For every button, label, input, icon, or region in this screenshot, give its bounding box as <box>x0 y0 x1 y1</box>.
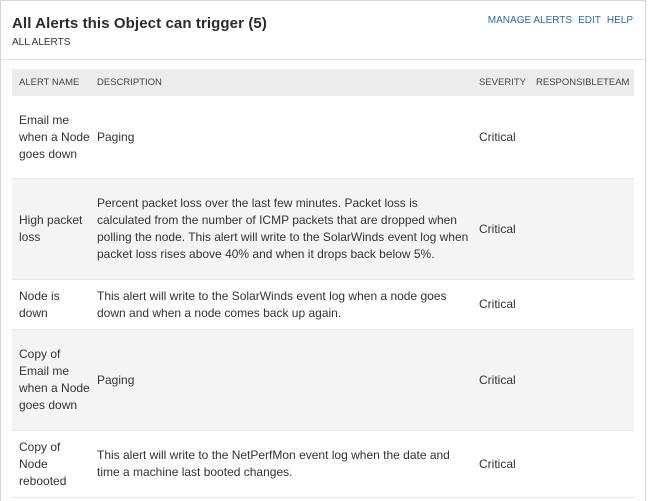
responsible-team-cell <box>529 96 634 179</box>
alert-name-cell[interactable]: Copy of Node rebooted <box>12 430 90 498</box>
panel-subtitle: ALL ALERTS <box>12 37 71 48</box>
header-links: MANAGE ALERTS EDIT HELP <box>488 15 633 26</box>
alert-name-cell[interactable]: High packet loss <box>12 178 90 280</box>
table-row: Email me when a Node goes down Paging Cr… <box>12 96 634 179</box>
severity-cell: Critical <box>472 96 529 179</box>
table-row: Copy of Node rebooted This alert will wr… <box>12 430 634 498</box>
alerts-table: ALERT NAME DESCRIPTION SEVERITY RESPONSI… <box>12 69 634 498</box>
severity-cell: Critical <box>472 329 529 431</box>
table-header-row: ALERT NAME DESCRIPTION SEVERITY RESPONSI… <box>12 69 634 96</box>
alert-name-cell[interactable]: Node is down <box>12 279 90 330</box>
column-header-description[interactable]: DESCRIPTION <box>90 69 472 96</box>
table-row: High packet loss Percent packet loss ove… <box>12 178 634 280</box>
alert-name-cell[interactable]: Copy of Email me when a Node goes down <box>12 329 90 431</box>
panel-header: All Alerts this Object can trigger (5) A… <box>1 1 645 60</box>
responsible-team-cell <box>529 430 634 498</box>
description-cell: This alert will write to the SolarWinds … <box>90 279 472 330</box>
responsible-team-cell <box>529 178 634 280</box>
description-cell: Paging <box>90 329 472 431</box>
column-header-alert-name[interactable]: ALERT NAME <box>12 69 90 96</box>
panel-title: All Alerts this Object can trigger (5) <box>12 15 267 32</box>
table-row: Copy of Email me when a Node goes down P… <box>12 329 634 431</box>
severity-cell: Critical <box>472 430 529 498</box>
severity-cell: Critical <box>472 279 529 330</box>
column-header-severity[interactable]: SEVERITY <box>472 69 529 96</box>
manage-alerts-link[interactable]: MANAGE ALERTS <box>488 15 572 26</box>
severity-cell: Critical <box>472 178 529 280</box>
responsible-team-cell <box>529 279 634 330</box>
description-cell: Percent packet loss over the last few mi… <box>90 178 472 280</box>
help-link[interactable]: HELP <box>607 15 633 26</box>
column-header-responsible-team[interactable]: RESPONSIBLETEAM <box>529 69 634 96</box>
responsible-team-cell <box>529 329 634 431</box>
alerts-panel: All Alerts this Object can trigger (5) A… <box>0 0 646 501</box>
description-cell: Paging <box>90 96 472 179</box>
description-cell: This alert will write to the NetPerfMon … <box>90 430 472 498</box>
edit-link[interactable]: EDIT <box>578 15 601 26</box>
alert-name-cell[interactable]: Email me when a Node goes down <box>12 96 90 179</box>
alerts-table-container: ALERT NAME DESCRIPTION SEVERITY RESPONSI… <box>12 69 634 498</box>
table-row: Node is down This alert will write to th… <box>12 279 634 330</box>
